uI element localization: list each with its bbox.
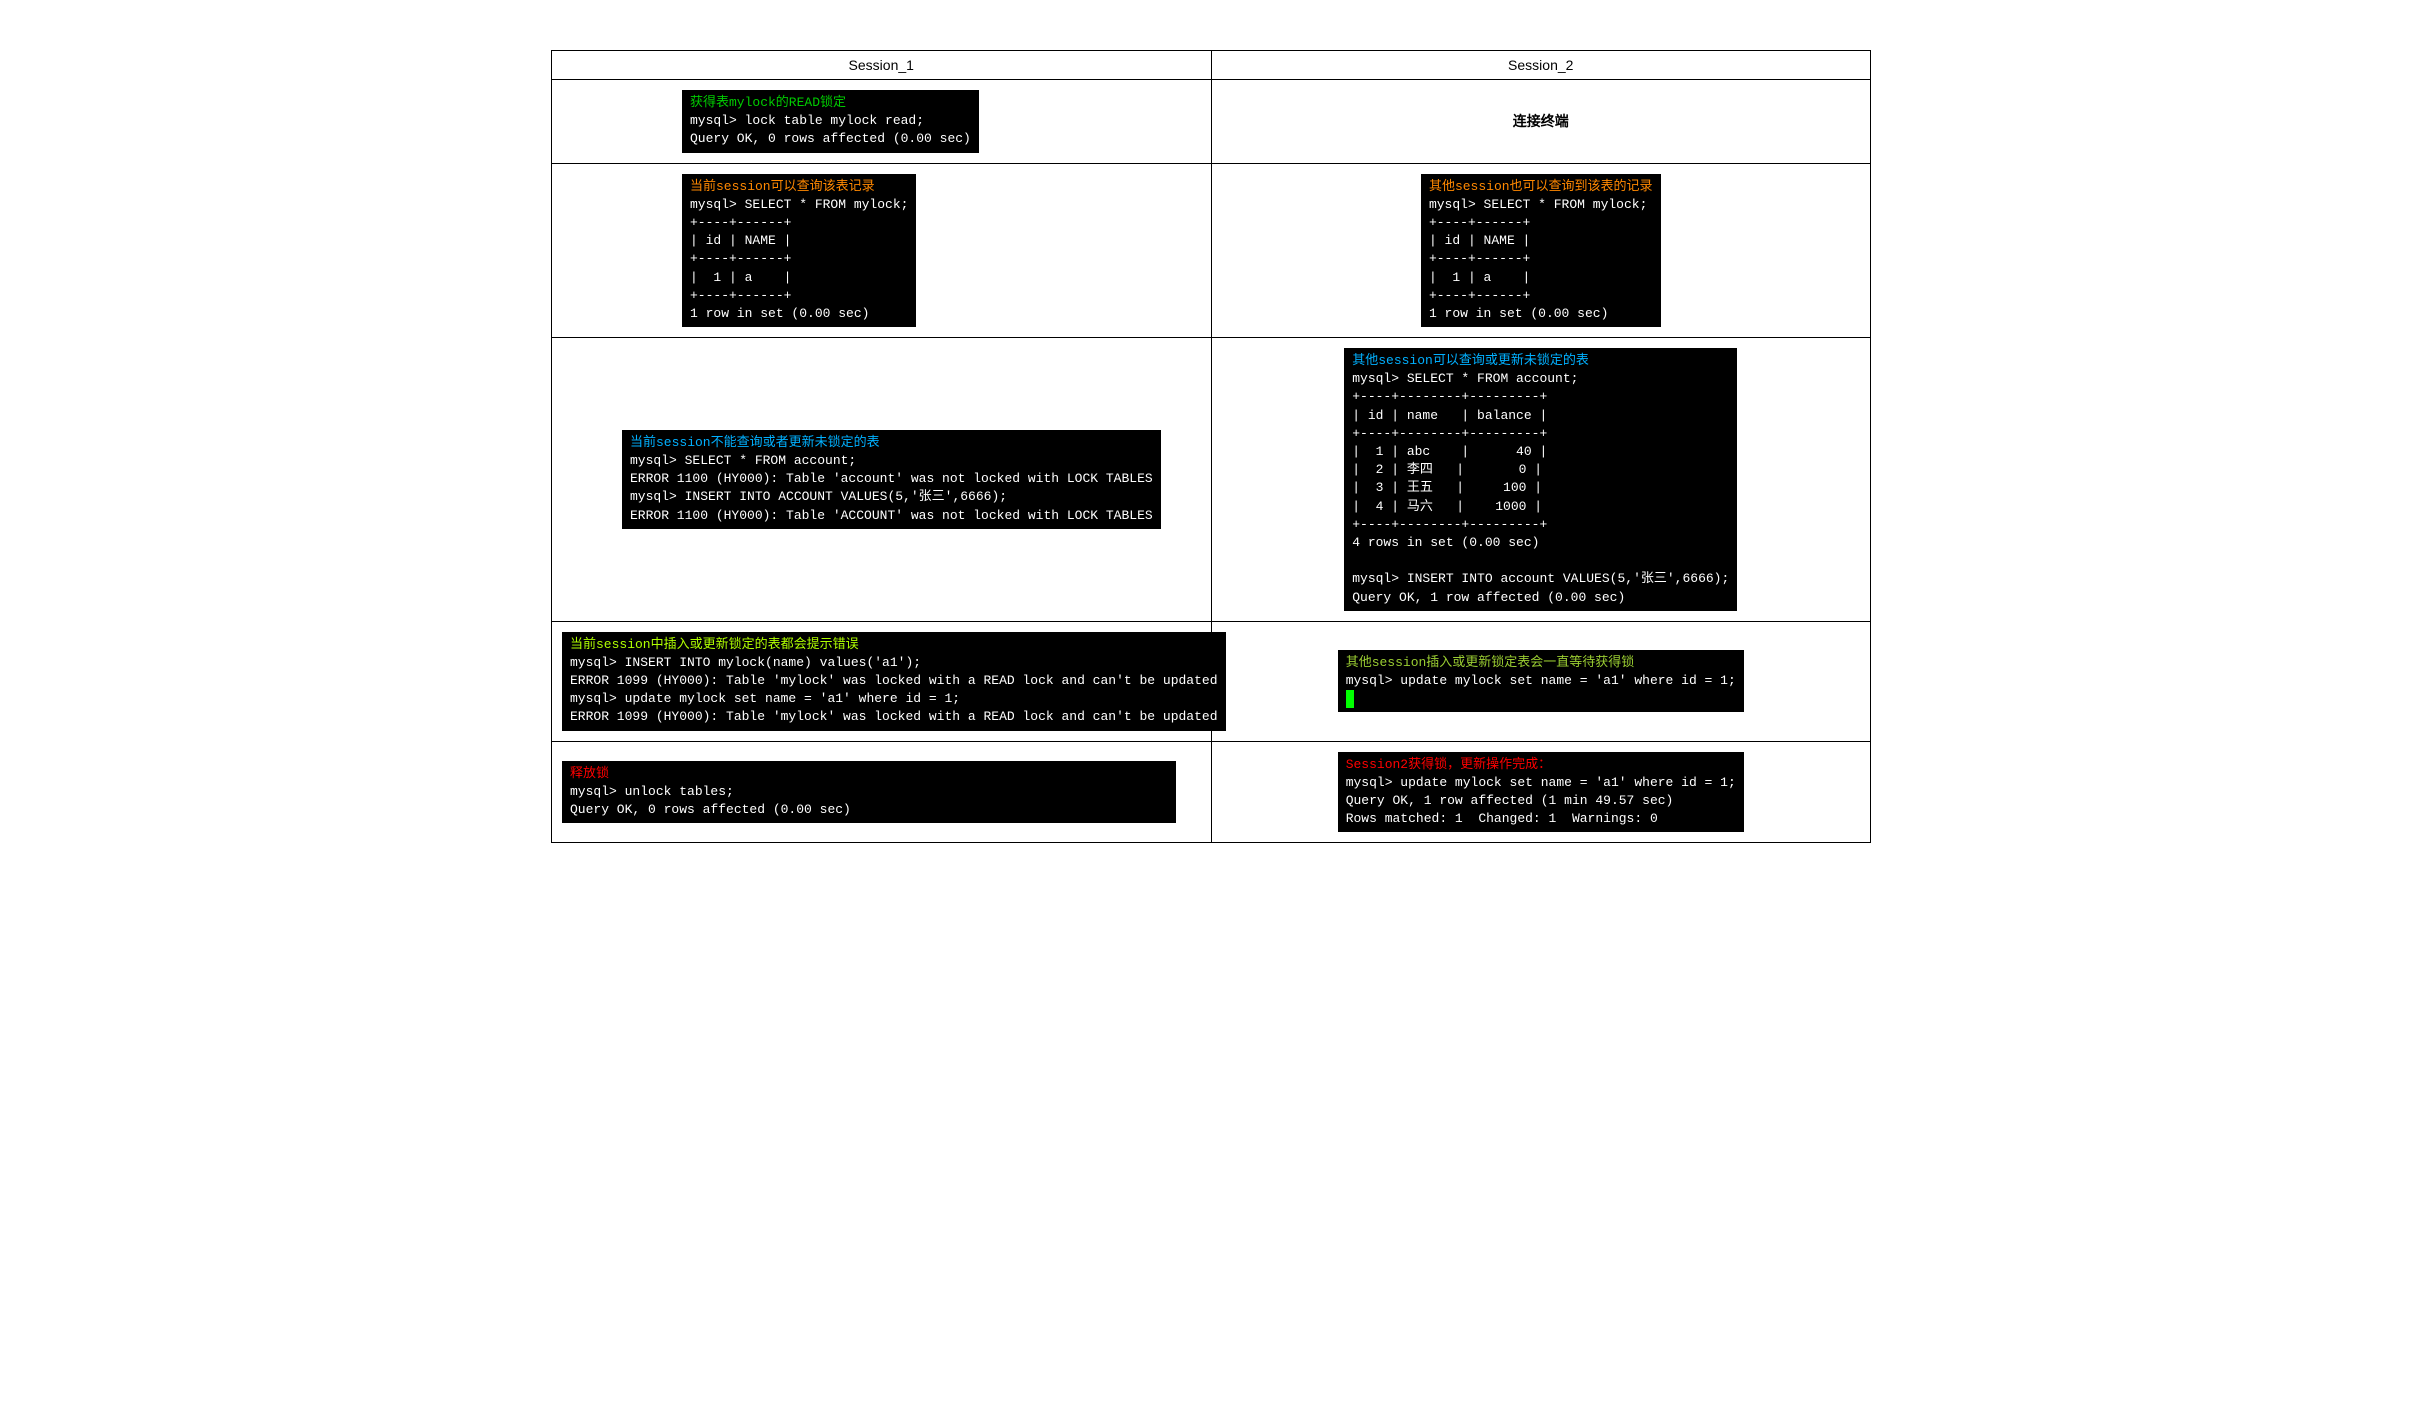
terminal-block: 其他session也可以查询到该表的记录 mysql> SELECT * FRO…: [1421, 174, 1661, 328]
terminal-title: 当前session中插入或更新锁定的表都会提示错误: [570, 637, 859, 652]
terminal-body: mysql> SELECT * FROM mylock; +----+-----…: [690, 197, 908, 321]
terminal-title: 释放锁: [570, 766, 609, 781]
terminal-title: 获得表mylock的READ锁定: [690, 95, 846, 110]
terminal-block: 当前session不能查询或者更新未锁定的表 mysql> SELECT * F…: [622, 430, 1161, 529]
terminal-body: mysql> unlock tables; Query OK, 0 rows a…: [570, 784, 851, 817]
table-row: 当前session不能查询或者更新未锁定的表 mysql> SELECT * F…: [552, 338, 1871, 622]
table-row: 当前session可以查询该表记录 mysql> SELECT * FROM m…: [552, 163, 1871, 338]
terminal-title: Session2获得锁，更新操作完成：: [1346, 757, 1551, 772]
terminal-block: 释放锁 mysql> unlock tables; Query OK, 0 ro…: [562, 761, 1176, 824]
terminal-title: 当前session可以查询该表记录: [690, 179, 875, 194]
terminal-body: mysql> lock table mylock read; Query OK,…: [690, 113, 971, 146]
table-row: 获得表mylock的READ锁定 mysql> lock table myloc…: [552, 80, 1871, 164]
terminal-title: 其他session插入或更新锁定表会一直等待获得锁: [1346, 655, 1635, 670]
terminal-body: mysql> SELECT * FROM account; ERROR 1100…: [630, 453, 1153, 523]
header-session-1: Session_1: [552, 51, 1212, 80]
terminal-block: 其他session可以查询或更新未锁定的表 mysql> SELECT * FR…: [1344, 348, 1737, 611]
terminal-block: 当前session可以查询该表记录 mysql> SELECT * FROM m…: [682, 174, 916, 328]
terminal-block: 其他session插入或更新锁定表会一直等待获得锁 mysql> update …: [1338, 650, 1744, 713]
terminal-body: mysql> SELECT * FROM mylock; +----+-----…: [1429, 197, 1647, 321]
terminal-block: Session2获得锁，更新操作完成： mysql> update mylock…: [1338, 752, 1744, 833]
terminal-block: 当前session中插入或更新锁定的表都会提示错误 mysql> INSERT …: [562, 632, 1226, 731]
terminal-title: 当前session不能查询或者更新未锁定的表: [630, 435, 880, 450]
cursor-icon: [1346, 690, 1354, 708]
terminal-body: mysql> SELECT * FROM account; +----+----…: [1352, 371, 1729, 604]
terminal-body: mysql> update mylock set name = 'a1' whe…: [1346, 673, 1736, 688]
table-row: 释放锁 mysql> unlock tables; Query OK, 0 ro…: [552, 741, 1871, 843]
session-comparison-table: Session_1 Session_2 获得表mylock的READ锁定 mys…: [551, 50, 1871, 843]
terminal-block: 获得表mylock的READ锁定 mysql> lock table myloc…: [682, 90, 979, 153]
plain-text: 连接终端: [1222, 111, 1861, 131]
table-row: 当前session中插入或更新锁定的表都会提示错误 mysql> INSERT …: [552, 621, 1871, 741]
terminal-body: mysql> update mylock set name = 'a1' whe…: [1346, 775, 1736, 826]
header-session-2: Session_2: [1211, 51, 1871, 80]
terminal-title: 其他session可以查询或更新未锁定的表: [1352, 353, 1589, 368]
terminal-title: 其他session也可以查询到该表的记录: [1429, 179, 1653, 194]
terminal-body: mysql> INSERT INTO mylock(name) values('…: [570, 655, 1218, 725]
